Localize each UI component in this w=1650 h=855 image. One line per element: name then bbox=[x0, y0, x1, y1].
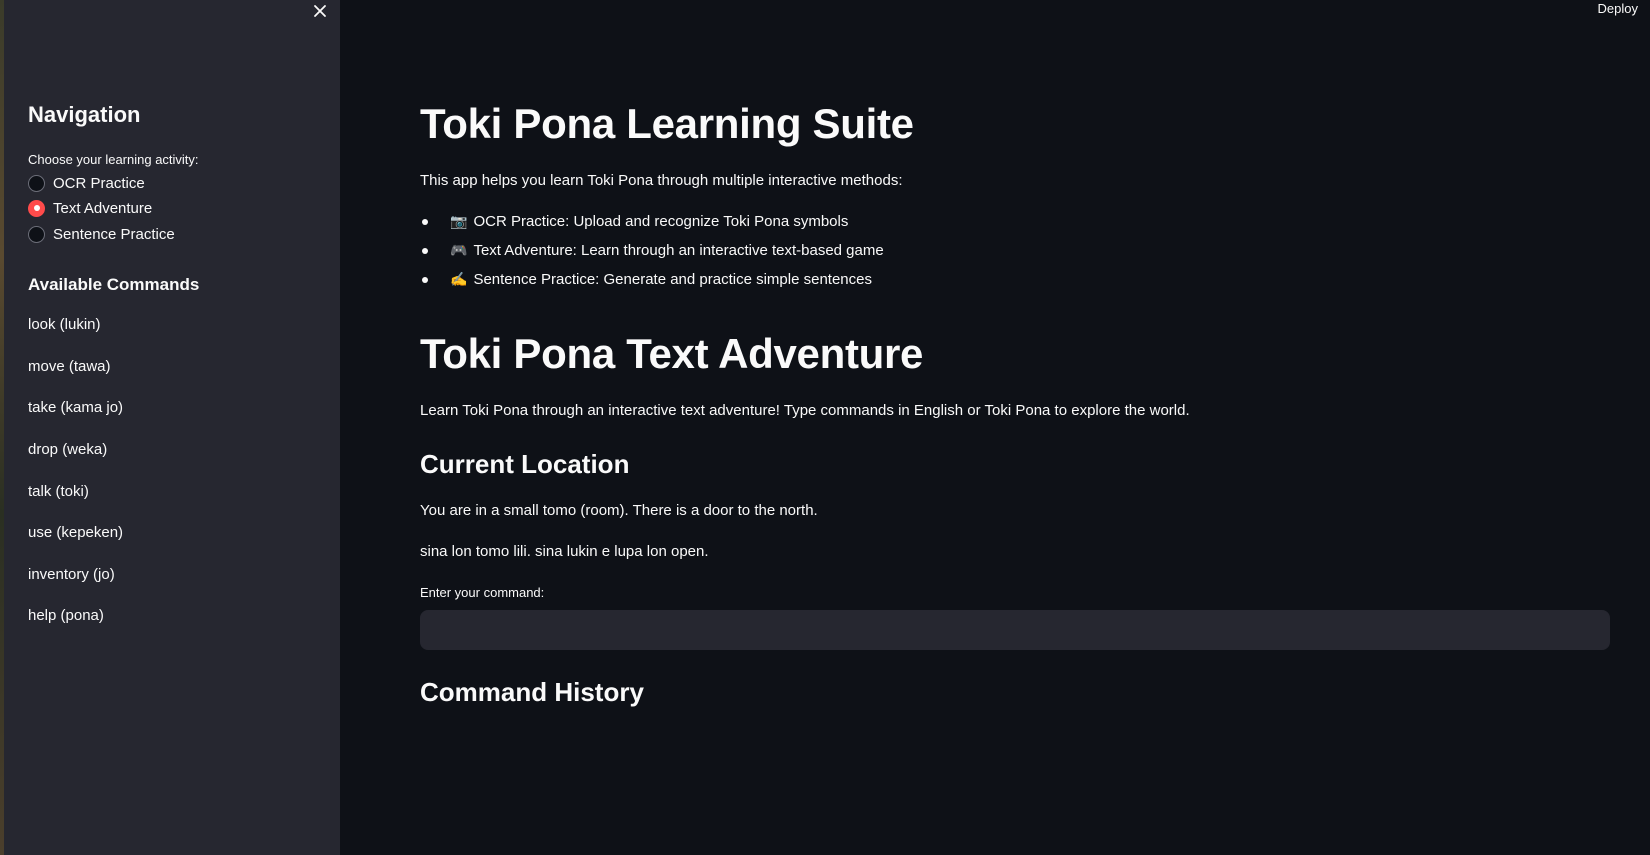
feature-text: OCR Practice: Upload and recognize Toki … bbox=[473, 213, 849, 230]
command-item-inventory: inventory (jo) bbox=[28, 566, 115, 583]
radio-button[interactable] bbox=[28, 174, 45, 192]
radio-option-label: Sentence Practice bbox=[53, 225, 175, 243]
command-item-take: take (kama jo) bbox=[28, 399, 124, 416]
radio-option-text-adventure[interactable]: Text Adventure bbox=[28, 197, 152, 219]
location-description-toki-pona: sina lon tomo lili. sina lukin e lupa lo… bbox=[420, 543, 709, 560]
feature-text: Sentence Practice: Generate and practice… bbox=[473, 271, 872, 288]
command-input-label: Enter your command: bbox=[420, 585, 545, 600]
deploy-button[interactable]: Deploy bbox=[1594, 0, 1642, 17]
feature-list-item: ✍️ Sentence Practice: Generate and pract… bbox=[420, 271, 872, 288]
command-item-move: move (tawa) bbox=[28, 358, 111, 375]
radio-option-sentence-practice[interactable]: Sentence Practice bbox=[28, 223, 175, 245]
intro-text: This app helps you learn Toki Pona throu… bbox=[420, 172, 903, 189]
radio-option-label: Text Adventure bbox=[53, 199, 153, 217]
command-item-talk: talk (toki) bbox=[28, 483, 89, 500]
feature-list-item: 🎮 Text Adventure: Learn through an inter… bbox=[420, 242, 884, 259]
adventure-intro-text: Learn Toki Pona through an interactive t… bbox=[420, 402, 1190, 419]
close-icon bbox=[314, 5, 326, 17]
bullet-icon bbox=[422, 218, 428, 225]
command-input[interactable] bbox=[420, 610, 1610, 650]
feature-text: Text Adventure: Learn through an interac… bbox=[473, 242, 884, 259]
command-item-look: look (lukin) bbox=[28, 316, 101, 333]
radio-option-label: OCR Practice bbox=[53, 174, 145, 192]
bullet-icon bbox=[422, 247, 428, 254]
game-controller-icon: 🎮 bbox=[450, 242, 468, 258]
command-history-heading: Command History bbox=[420, 677, 644, 707]
bullet-icon bbox=[422, 276, 428, 283]
writing-hand-icon: ✍️ bbox=[450, 271, 468, 287]
sidebar-title: Navigation bbox=[28, 102, 141, 127]
feature-list-item: 📷 OCR Practice: Upload and recognize Tok… bbox=[420, 213, 848, 230]
close-sidebar-button[interactable] bbox=[308, 0, 332, 22]
activity-radio-label: Choose your learning activity: bbox=[28, 152, 199, 167]
location-heading: Current Location bbox=[420, 449, 630, 479]
adventure-title: Toki Pona Text Adventure bbox=[420, 330, 924, 377]
commands-title: Available Commands bbox=[28, 275, 200, 294]
camera-icon: 📷 bbox=[450, 213, 468, 229]
command-item-use: use (kepeken) bbox=[28, 524, 124, 541]
radio-button[interactable] bbox=[28, 225, 45, 243]
sidebar: Navigation Choose your learning activity… bbox=[4, 0, 340, 855]
command-item-drop: drop (weka) bbox=[28, 441, 108, 458]
location-description-english: You are in a small tomo (room). There is… bbox=[420, 502, 818, 519]
radio-option-ocr-practice[interactable]: OCR Practice bbox=[28, 172, 145, 194]
radio-button-selected[interactable] bbox=[28, 199, 45, 217]
page-title: Toki Pona Learning Suite bbox=[420, 100, 914, 147]
command-item-help: help (pona) bbox=[28, 607, 104, 624]
